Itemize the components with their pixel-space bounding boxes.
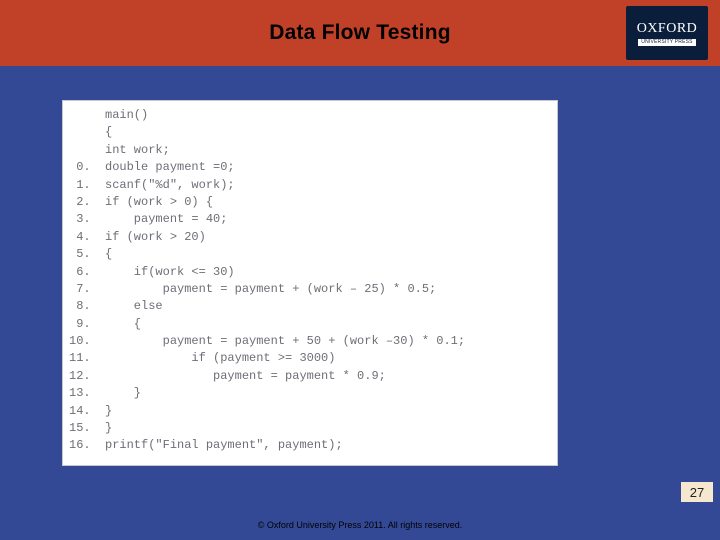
slide: Data Flow Testing OXFORD UNIVERSITY PRES… — [0, 0, 720, 540]
page-number: 27 — [690, 485, 704, 500]
oxford-logo: OXFORD UNIVERSITY PRESS — [626, 6, 708, 60]
slide-title: Data Flow Testing — [0, 21, 720, 45]
logo-sub-text: UNIVERSITY PRESS — [638, 39, 695, 46]
code-listing: main() { int work; 0. double payment =0;… — [69, 107, 547, 455]
code-panel: main() { int work; 0. double payment =0;… — [62, 100, 558, 466]
copyright-text: © Oxford University Press 2011. All righ… — [0, 520, 720, 530]
page-number-badge: 27 — [681, 482, 713, 502]
logo-main-text: OXFORD — [637, 21, 698, 37]
header-bar: Data Flow Testing OXFORD UNIVERSITY PRES… — [0, 0, 720, 66]
